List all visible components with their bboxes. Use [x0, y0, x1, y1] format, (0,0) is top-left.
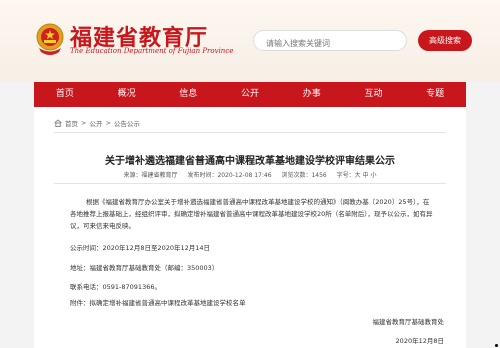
attachment-link[interactable]: 附件：拟确定增补福建省普通高中课程改革基地建设学校名单 [70, 297, 246, 307]
nav-item-interaction[interactable]: 互动 [343, 82, 405, 107]
breadcrumb: 首页 > 公开 > 公告公示 [54, 118, 140, 128]
nav-item-topics[interactable]: 专题 [404, 82, 466, 107]
meta-views: 浏览次数：1456 [281, 172, 327, 179]
home-icon [54, 119, 62, 127]
breadcrumb-separator: > [105, 119, 111, 127]
divider [54, 183, 446, 184]
signature-department: 福建省教育厅基础教育处 [372, 318, 445, 326]
nav-item-info[interactable]: 信息 [157, 82, 219, 107]
nav-item-public[interactable]: 公开 [219, 82, 281, 107]
cursor-dot [495, 344, 498, 347]
contact-address: 地址：福建省教育厅基础教育处（邮编：350003） [70, 264, 219, 272]
article-panel: 首页 > 公开 > 公告公示 关于增补遴选福建省普通高中课程改革基地建设学校评审… [34, 107, 466, 348]
breadcrumb-announcements[interactable]: 公告公示 [114, 118, 140, 128]
site-subtitle: The Education Department of Fujian Provi… [70, 47, 234, 55]
search-box[interactable] [253, 30, 407, 53]
main-nav: 首页 概况 信息 公开 办事 互动 专题 [34, 82, 466, 107]
breadcrumb-home[interactable]: 首页 [65, 118, 78, 128]
article-meta: 来源：福建省教育厅 发布时间：2020-12-08 17:46 浏览次数：145… [34, 170, 466, 179]
divider [54, 132, 446, 133]
breadcrumb-separator: > [81, 119, 87, 127]
advanced-search-button[interactable]: 高级搜索 [418, 30, 472, 51]
publicity-period: 公示时间：2020年12月8日至2020年12月14日 [70, 244, 211, 252]
search-input[interactable] [254, 34, 406, 53]
meta-date: 发布时间：2020-12-08 17:46 [187, 172, 272, 179]
national-emblem-icon [36, 23, 64, 55]
meta-font-size[interactable]: 字号：大 中 小 [337, 172, 377, 179]
breadcrumb-public[interactable]: 公开 [89, 118, 102, 128]
meta-source: 来源：福建省教育厅 [123, 172, 178, 179]
article-paragraph: 根据《福建省教育厅办公室关于增补遴选福建省普通高中课程改革基地建设学校的通知》（… [70, 198, 433, 230]
contact-phone: 联系电话：0591-87091366。 [70, 283, 161, 291]
site-header: 福建省教育厅 The Education Department of Fujia… [0, 0, 500, 82]
nav-item-overview[interactable]: 概况 [96, 82, 158, 107]
article-title: 关于增补遴选福建省普通高中课程改革基地建设学校评审结果公示 [105, 156, 395, 167]
nav-item-services[interactable]: 办事 [281, 82, 343, 107]
signature-date: 2020年12月8日 [395, 337, 444, 345]
nav-item-home[interactable]: 首页 [34, 82, 96, 107]
